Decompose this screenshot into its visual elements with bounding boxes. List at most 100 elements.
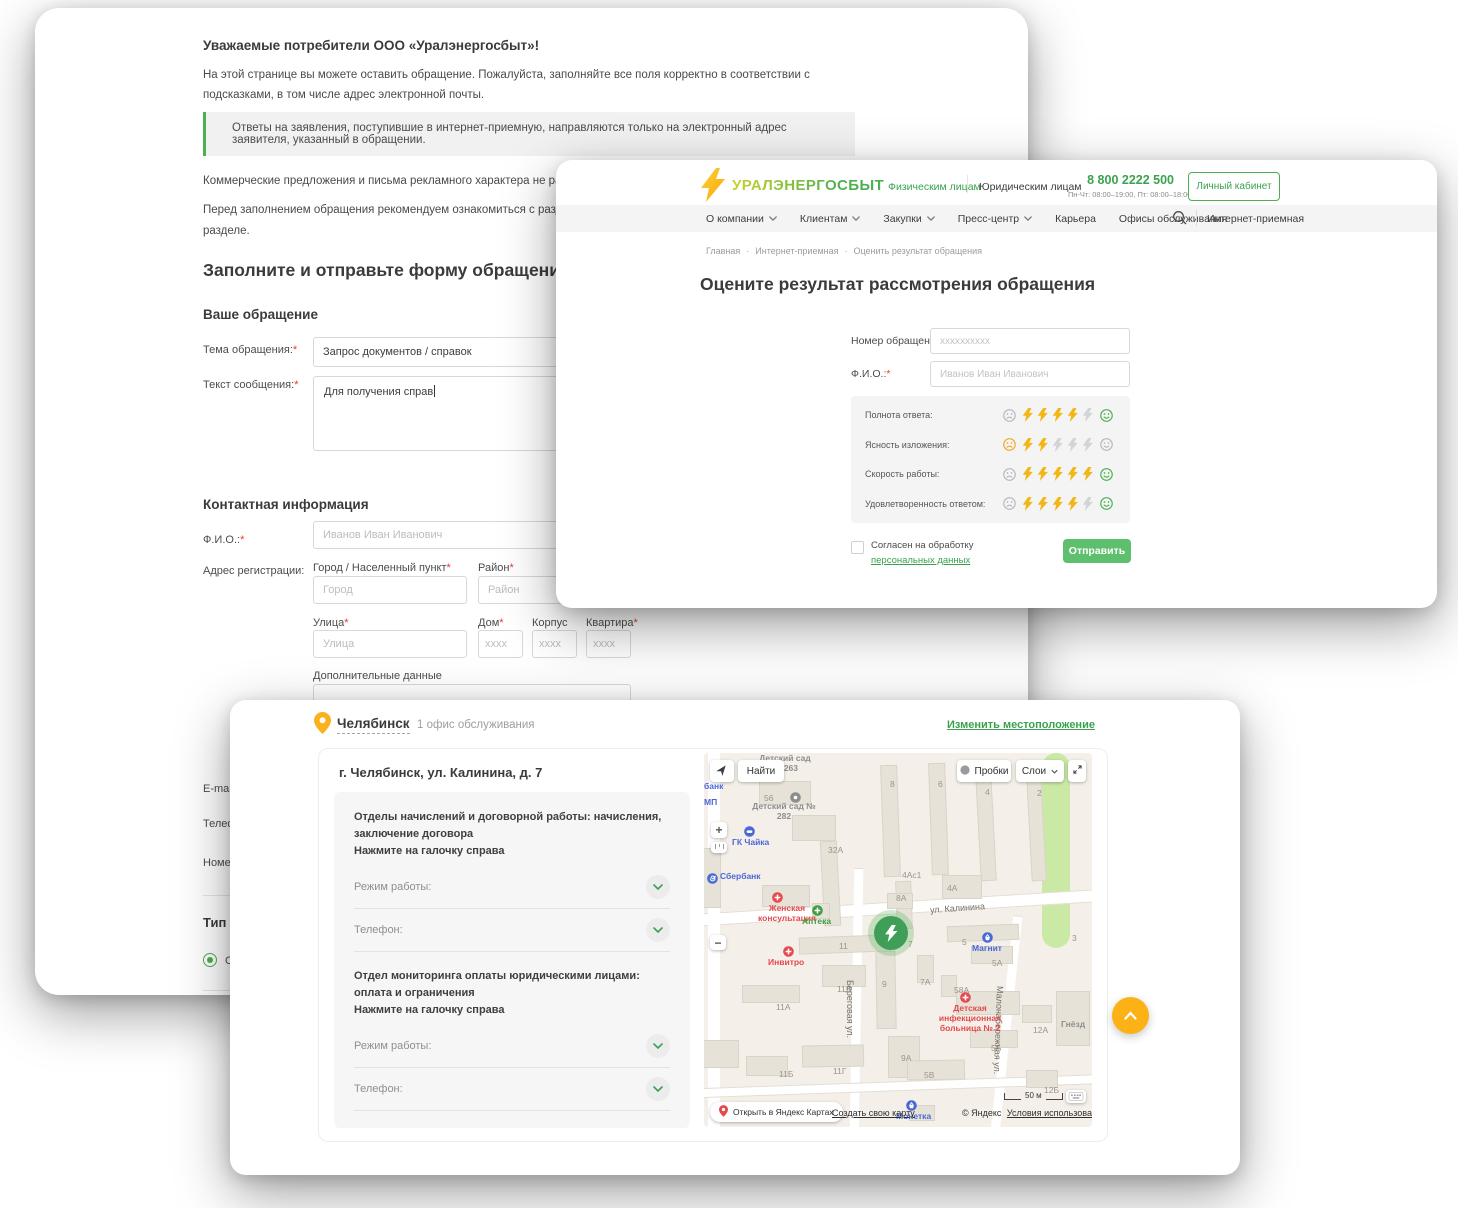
bolt-icon[interactable] bbox=[1022, 438, 1034, 452]
bolt-icon[interactable] bbox=[1067, 497, 1079, 511]
rating-row: Ясность изложения: bbox=[865, 438, 1116, 452]
section-contact: Контактная информация bbox=[203, 497, 369, 512]
bolt-icon[interactable] bbox=[1067, 408, 1079, 422]
bolt-icon[interactable] bbox=[1052, 408, 1064, 422]
sad-face-icon[interactable] bbox=[1003, 497, 1016, 510]
office-marker-icon[interactable] bbox=[874, 916, 908, 950]
header-phone[interactable]: 8 800 2222 500 bbox=[1078, 173, 1174, 187]
city-selector[interactable]: Челябинск bbox=[337, 716, 410, 731]
type-heading: Тип bbox=[203, 915, 226, 930]
department-row-label: Режим работы: bbox=[354, 1040, 431, 1052]
bolt-icon[interactable] bbox=[1022, 408, 1034, 422]
bolt-icon[interactable] bbox=[1037, 497, 1049, 511]
map-building-number: 2 bbox=[1037, 788, 1042, 798]
map-building-number: 32А bbox=[828, 845, 843, 855]
map-layers-button[interactable]: Слои bbox=[1016, 760, 1064, 782]
expand-chevron-button[interactable] bbox=[646, 1077, 670, 1101]
terms-link[interactable]: Условия использования bbox=[1007, 1108, 1092, 1118]
text-caret bbox=[434, 385, 435, 397]
section-your-appeal: Ваше обращение bbox=[203, 307, 318, 322]
number-input[interactable] bbox=[930, 328, 1130, 354]
expand-chevron-button[interactable] bbox=[646, 875, 670, 899]
map-street-label: Береговая ул. bbox=[845, 980, 855, 1038]
sad-face-icon[interactable] bbox=[1003, 468, 1016, 481]
bolt-icon[interactable] bbox=[1022, 467, 1034, 481]
happy-face-icon[interactable] bbox=[1100, 497, 1113, 510]
rating-row: Полнота ответа: bbox=[865, 408, 1116, 422]
map-building-number: 5 bbox=[962, 937, 967, 947]
happy-face-icon[interactable] bbox=[1100, 409, 1113, 422]
nav-item-label: Клиентам bbox=[800, 213, 848, 225]
bolt-icon[interactable] bbox=[1082, 438, 1094, 452]
bolt-icon[interactable] bbox=[1022, 497, 1034, 511]
breadcrumb-item: Оценить результат обращения bbox=[853, 246, 982, 256]
bolt-icon[interactable] bbox=[1082, 408, 1094, 422]
consent-checkbox[interactable] bbox=[851, 541, 864, 554]
nav-item-4[interactable]: Пресс-центр bbox=[958, 213, 1032, 225]
nav-reception-link[interactable]: Интернет-приемная bbox=[1207, 213, 1304, 225]
department-hint: Нажмите на галочку справа bbox=[354, 843, 670, 860]
map-building-number: 12А bbox=[1033, 1025, 1048, 1035]
bolt-icon[interactable] bbox=[1037, 467, 1049, 481]
logo-text[interactable]: УРАЛЭНЕРГОСБЫТ bbox=[732, 177, 884, 194]
rating-label: Скорость работы: bbox=[865, 469, 939, 479]
create-map-link[interactable]: Создать свою карту bbox=[832, 1108, 915, 1118]
nav-item-1[interactable]: О компании bbox=[706, 213, 777, 225]
map-poi-label: МП bbox=[704, 797, 717, 807]
city-input[interactable] bbox=[313, 576, 467, 604]
yandex-map[interactable]: 86425632А4Ас14А8А731111В11А11Г11Б99А7А55… bbox=[704, 753, 1092, 1127]
audience-legal-link[interactable]: Юридическим лицам bbox=[979, 181, 1082, 193]
corpus-input[interactable] bbox=[532, 630, 577, 658]
corpus-label: Корпус bbox=[532, 617, 567, 629]
email-label: E-mai bbox=[203, 783, 232, 795]
appeal-notice: Ответы на заявления, поступившие в интер… bbox=[203, 112, 855, 156]
map-building-number: 4А bbox=[947, 883, 957, 893]
street-input[interactable] bbox=[313, 630, 467, 658]
bolt-icon[interactable] bbox=[1052, 467, 1064, 481]
nav-item-5[interactable]: Карьера bbox=[1055, 213, 1096, 225]
map-zoom-out-button[interactable]: − bbox=[710, 935, 726, 950]
map-building-number: 11 bbox=[839, 941, 848, 951]
breadcrumb-item[interactable]: Главная bbox=[706, 246, 740, 256]
bolt-icon[interactable] bbox=[1082, 497, 1094, 511]
bolt-icon[interactable] bbox=[1067, 438, 1079, 452]
keyboard-icon[interactable] bbox=[1066, 1090, 1086, 1103]
map-traffic-button[interactable]: Пробки bbox=[957, 760, 1011, 782]
appeal-title: Уважаемые потребители ООО «Уралэнергосбы… bbox=[203, 38, 539, 53]
bolt-icon[interactable] bbox=[1082, 467, 1094, 481]
submit-button[interactable]: Отправить bbox=[1063, 539, 1131, 563]
open-in-yandex-link[interactable]: Открыть в Яндекс Картах bbox=[710, 1102, 843, 1122]
nav-item-3[interactable]: Закупки bbox=[883, 213, 934, 225]
apartment-input[interactable] bbox=[586, 630, 631, 658]
breadcrumb-item[interactable]: Интернет-приемная bbox=[755, 246, 838, 256]
bolt-icon[interactable] bbox=[1037, 438, 1049, 452]
page-background: Уважаемые потребители ООО «Уралэнергосбы… bbox=[0, 0, 1458, 1208]
change-location-link[interactable]: Изменить местоположение bbox=[947, 719, 1095, 731]
bolt-icon[interactable] bbox=[1037, 408, 1049, 422]
map-locate-button[interactable] bbox=[710, 760, 734, 782]
expand-chevron-button[interactable] bbox=[646, 918, 670, 942]
bolt-icon[interactable] bbox=[1052, 438, 1064, 452]
house-input[interactable] bbox=[478, 630, 523, 658]
type-radio[interactable] bbox=[203, 953, 217, 967]
sad-face-icon[interactable] bbox=[1003, 438, 1016, 451]
sad-face-icon[interactable] bbox=[1003, 409, 1016, 422]
nav-item-2[interactable]: Клиентам bbox=[800, 213, 861, 225]
map-zoom-in-button[interactable]: + bbox=[711, 822, 727, 838]
header-hours: Пн-Чт: 08:00–19:00, Пт: 08:00–18:00 bbox=[1068, 190, 1174, 199]
rate-fio-input[interactable] bbox=[930, 361, 1130, 387]
happy-face-icon[interactable] bbox=[1100, 438, 1113, 451]
map-find-button[interactable]: Найти bbox=[738, 760, 784, 782]
map-park bbox=[1042, 753, 1070, 948]
search-icon[interactable] bbox=[1172, 210, 1187, 230]
account-button[interactable]: Личный кабинет bbox=[1188, 172, 1280, 201]
scroll-to-top-button[interactable] bbox=[1112, 997, 1149, 1034]
bolt-icon[interactable] bbox=[1052, 497, 1064, 511]
happy-face-icon[interactable] bbox=[1100, 468, 1113, 481]
bolt-icon[interactable] bbox=[1067, 467, 1079, 481]
map-ruler-button[interactable] bbox=[711, 842, 727, 853]
expand-chevron-button[interactable] bbox=[646, 1034, 670, 1058]
personal-data-link[interactable]: персональных данных bbox=[871, 555, 970, 566]
map-fullscreen-button[interactable] bbox=[1068, 760, 1086, 782]
chevron-down-icon bbox=[927, 216, 935, 221]
